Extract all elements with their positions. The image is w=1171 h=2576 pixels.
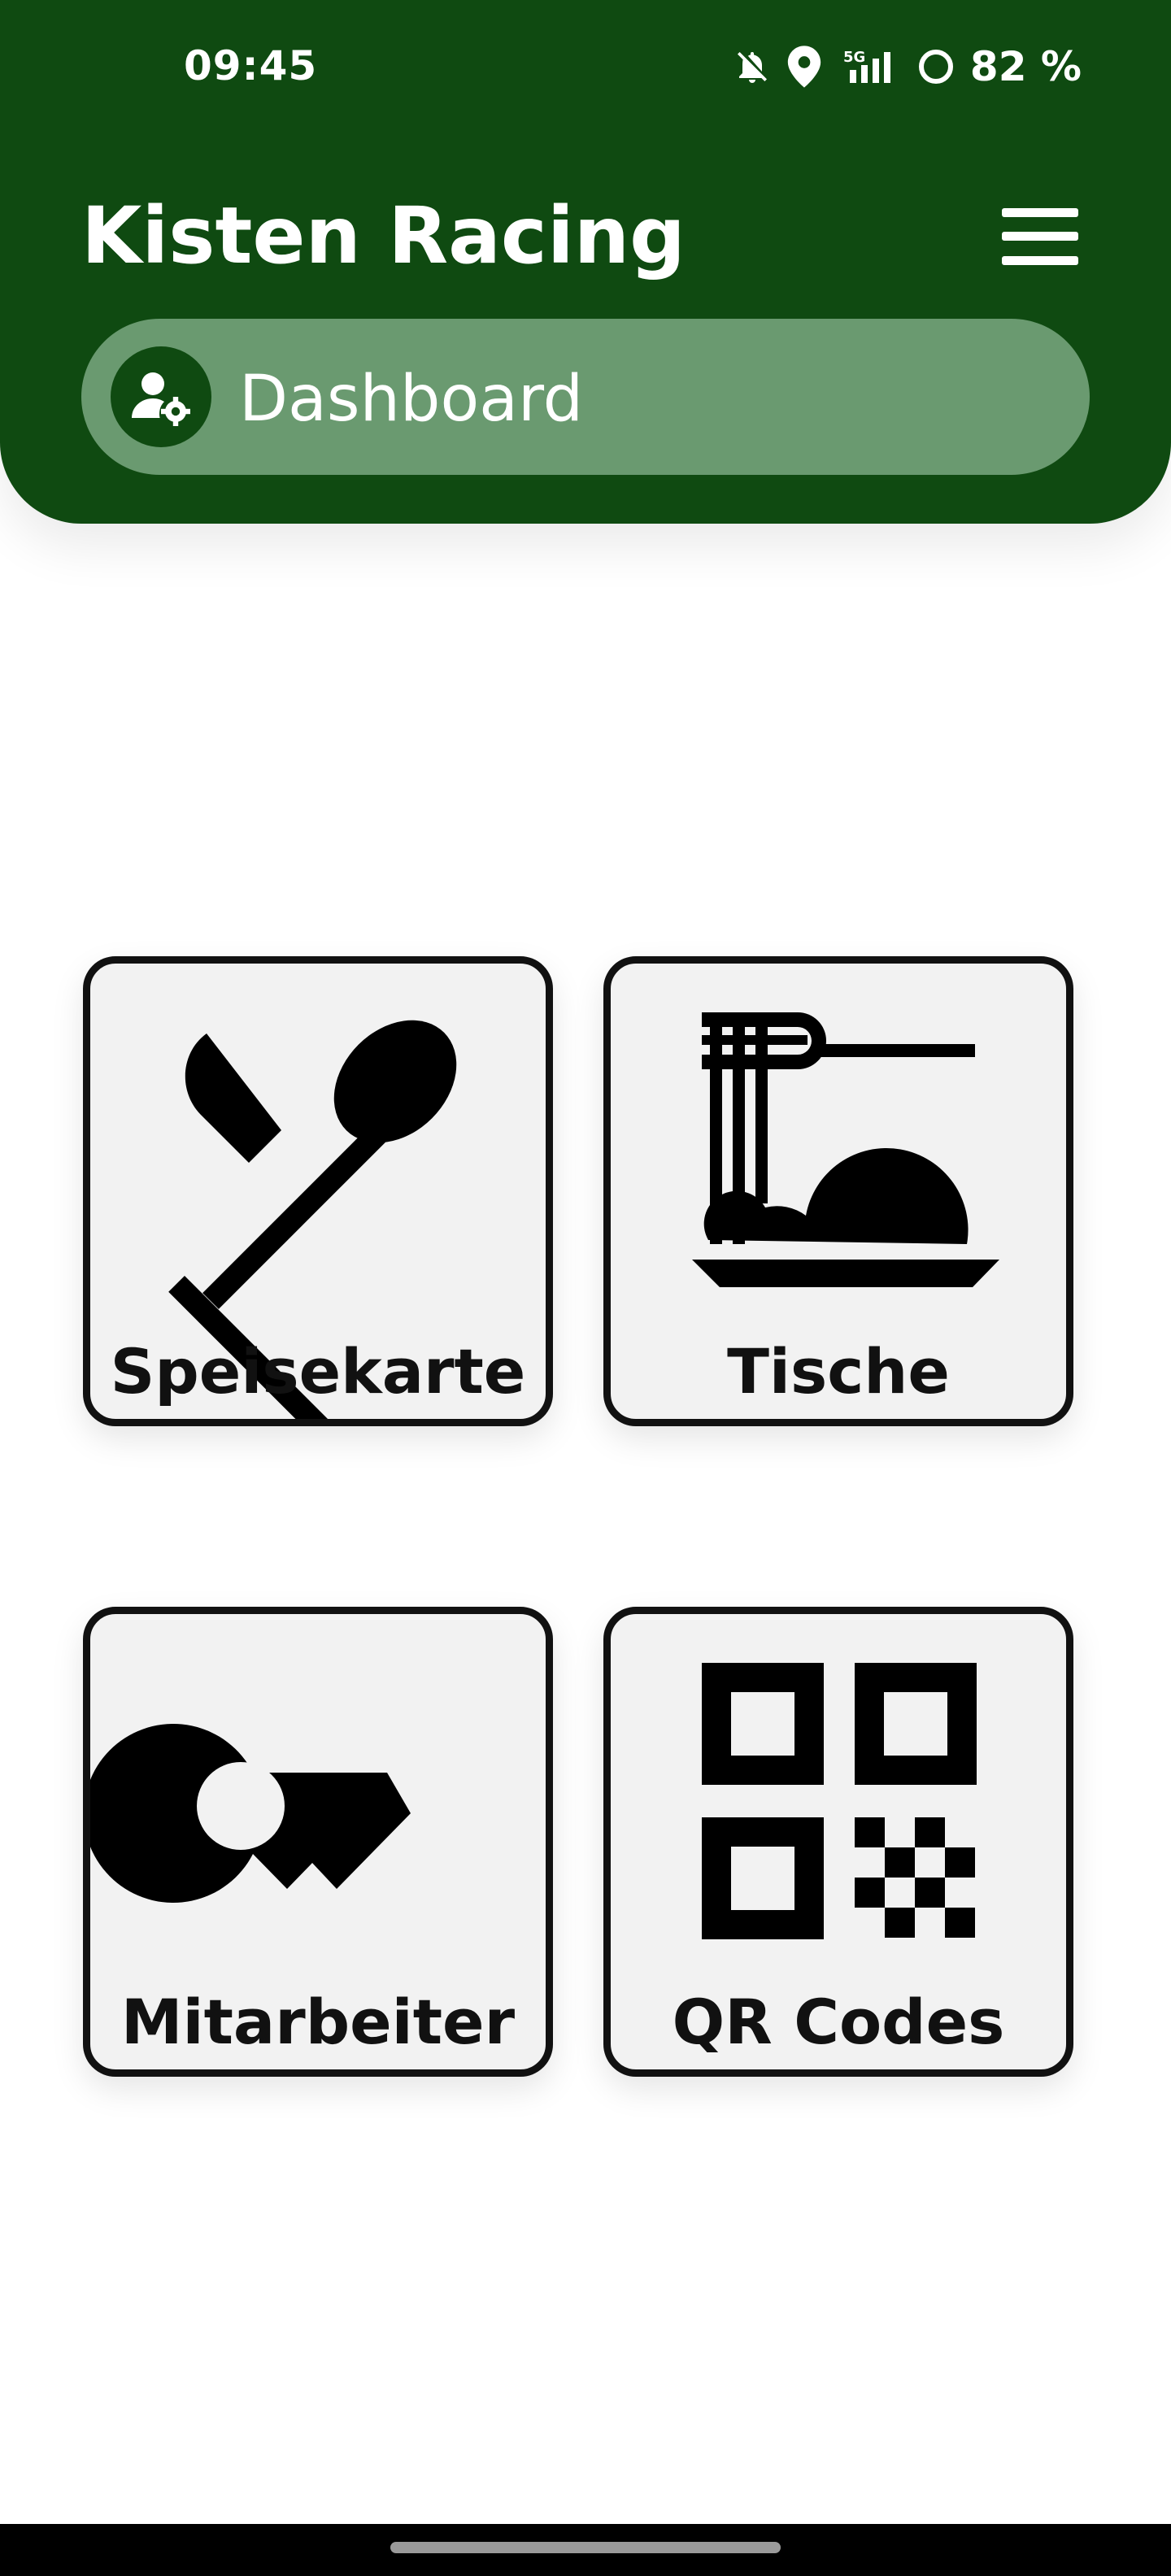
app-header: 09:45 5G 82 % Kisten Racing Dashboard <box>0 0 1171 524</box>
tile-speisekarte[interactable]: Speisekarte <box>83 956 553 1426</box>
app-title: Kisten Racing <box>81 190 686 281</box>
tile-tische[interactable]: Tische <box>603 956 1073 1426</box>
signal-5g-icon: 5G <box>843 49 890 83</box>
status-icons: 5G 82 % <box>733 41 1082 93</box>
system-nav-bar <box>0 2524 1171 2576</box>
tile-qr-codes[interactable]: QR Codes <box>603 1607 1073 2077</box>
current-page-pill[interactable]: Dashboard <box>81 319 1090 475</box>
tile-label: Speisekarte <box>110 1335 526 1408</box>
bell-off-icon <box>737 52 767 83</box>
battery-ring-icon <box>918 50 953 84</box>
svg-text:5G: 5G <box>843 49 865 66</box>
user-settings-icon <box>111 346 211 447</box>
tile-label: QR Codes <box>672 1986 1005 2058</box>
tile-label: Mitarbeiter <box>120 1986 516 2058</box>
status-time: 09:45 <box>184 42 318 89</box>
current-page-label: Dashboard <box>239 363 584 436</box>
tile-mitarbeiter[interactable]: Mitarbeiter <box>83 1607 553 2077</box>
battery-percent: 82 % <box>969 43 1082 90</box>
tile-label: Tische <box>727 1335 950 1408</box>
home-gesture-handle[interactable] <box>390 2542 781 2553</box>
location-pin-icon <box>787 46 821 88</box>
hamburger-menu-icon[interactable] <box>1002 208 1078 265</box>
